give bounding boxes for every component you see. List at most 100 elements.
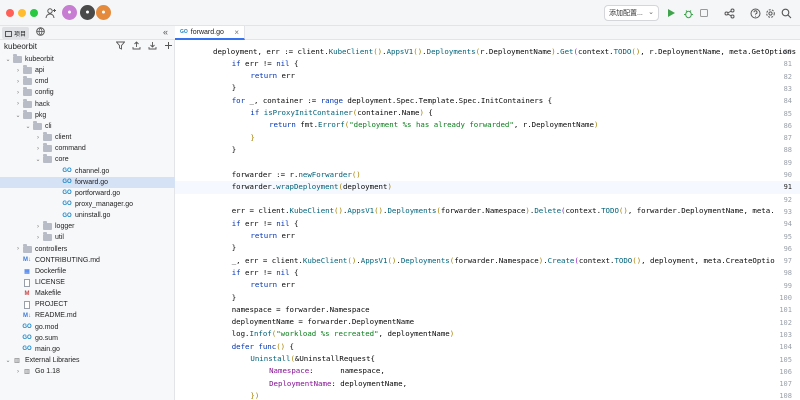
tree-item[interactable]: GO uninstall.go: [0, 210, 175, 221]
chevron-down-icon[interactable]: ⌄: [34, 156, 42, 163]
chevron-down-icon[interactable]: ⌄: [14, 112, 22, 119]
debug-icon[interactable]: [681, 6, 695, 20]
folder-icon: [22, 65, 32, 75]
code-line[interactable]: forwarder := r.newForwarder(): [232, 169, 361, 181]
upload-icon[interactable]: [132, 41, 141, 52]
code-line[interactable]: }: [232, 242, 236, 254]
code-line[interactable]: return err: [250, 230, 295, 242]
close-window-button[interactable]: [6, 9, 14, 17]
code-token: }: [231, 144, 237, 154]
chevron-down-icon[interactable]: ⌄: [4, 357, 12, 364]
chevron-right-icon[interactable]: ›: [14, 101, 22, 107]
add-user-icon[interactable]: [44, 6, 58, 20]
line-number: 103: [779, 330, 792, 339]
tree-item[interactable]: GO channel.go: [0, 166, 175, 177]
run-icon[interactable]: [664, 6, 678, 20]
project-view-tab[interactable]: 项目: [2, 27, 30, 39]
run-configuration-dropdown[interactable]: 添加配置... ⌄: [604, 5, 659, 21]
tree-item[interactable]: › util: [0, 232, 175, 243]
add-icon[interactable]: [164, 41, 173, 52]
chevron-down-icon[interactable]: ⌄: [4, 56, 12, 63]
tree-item[interactable]: ⌄ core: [0, 154, 175, 165]
code-line[interactable]: DeploymentName: deploymentName,: [269, 378, 407, 390]
code-line[interactable]: }: [232, 144, 236, 156]
chevron-right-icon[interactable]: ›: [14, 246, 22, 252]
search-icon[interactable]: [779, 6, 793, 20]
code-line[interactable]: defer func() {: [232, 341, 294, 353]
tree-item[interactable]: GO proxy_manager.go: [0, 199, 175, 210]
code-line[interactable]: Namespace: namespace,: [269, 365, 385, 377]
chevron-right-icon[interactable]: ›: [14, 369, 22, 375]
tree-item[interactable]: ⌄ cli: [0, 120, 175, 132]
zoom-window-button[interactable]: [30, 9, 38, 17]
code-line[interactable]: for _, container := range deployment.Spe…: [232, 95, 552, 107]
close-tab-icon[interactable]: ×: [234, 28, 239, 37]
code-line[interactable]: if err != nil {: [232, 267, 299, 279]
code-line[interactable]: _, err = client.KubeClient().AppsV1().De…: [232, 255, 775, 267]
tree-item[interactable]: › ▥ Go 1.18: [0, 366, 175, 377]
tree-item[interactable]: GO forward.go: [0, 176, 175, 188]
chevron-down-icon[interactable]: ⌄: [24, 123, 32, 130]
code-line[interactable]: }: [232, 292, 236, 304]
help-icon[interactable]: [748, 6, 762, 20]
code-line[interactable]: namespace = forwarder.Namespace: [232, 304, 370, 316]
tree-item[interactable]: PROJECT: [0, 299, 175, 310]
code-line[interactable]: if err != nil {: [232, 58, 299, 70]
tree-item[interactable]: ⌄ ▥ External Libraries: [0, 355, 175, 366]
tree-item[interactable]: › controllers: [0, 243, 175, 255]
tree-item[interactable]: GO portforward.go: [0, 188, 175, 199]
chevron-right-icon[interactable]: ›: [34, 135, 42, 141]
chevron-right-icon[interactable]: ›: [14, 90, 22, 96]
tree-item[interactable]: GO go.sum: [0, 333, 175, 344]
code-line[interactable]: err = client.KubeClient().AppsV1().Deplo…: [232, 205, 775, 217]
avatar[interactable]: ●: [96, 5, 111, 20]
tree-item[interactable]: M↓ README.md: [0, 310, 175, 321]
web-icon[interactable]: [36, 27, 45, 38]
tree-item[interactable]: › logger: [0, 221, 175, 232]
code-line[interactable]: }): [250, 390, 259, 400]
code-line[interactable]: return err: [250, 279, 295, 291]
code-line[interactable]: forwarder.wrapDeployment(deployment): [232, 181, 392, 193]
code-line[interactable]: if err != nil {: [232, 218, 299, 230]
chevron-right-icon[interactable]: ›: [14, 68, 22, 74]
code-line[interactable]: }: [232, 82, 236, 94]
code-line[interactable]: deployment, err := client.KubeClient().A…: [213, 46, 796, 58]
tree-item[interactable]: M Makefile: [0, 288, 175, 299]
tree-item[interactable]: ⌄ kubeorbit: [0, 54, 175, 65]
tree-item[interactable]: › client: [0, 132, 175, 143]
download-icon[interactable]: [148, 41, 157, 52]
minimize-window-button[interactable]: [18, 9, 26, 17]
tree-item[interactable]: › api: [0, 65, 175, 76]
stop-icon[interactable]: [697, 6, 711, 20]
code-line[interactable]: if isProxyInitContainer(container.Name) …: [250, 107, 432, 119]
settings-gear-icon[interactable]: [763, 6, 777, 20]
code-line[interactable]: return fmt.Errorf("deployment %s has alr…: [269, 119, 598, 131]
tree-item[interactable]: ⌄ pkg: [0, 109, 175, 121]
share-icon[interactable]: [722, 6, 736, 20]
chevron-right-icon[interactable]: ›: [34, 224, 42, 230]
avatar[interactable]: ●: [80, 5, 95, 20]
tree-item[interactable]: LICENSE: [0, 277, 175, 288]
chevron-right-icon[interactable]: ›: [34, 235, 42, 241]
code-line[interactable]: Uninstall(&UninstallRequest{: [250, 353, 375, 365]
chevron-right-icon[interactable]: ›: [34, 146, 42, 152]
code-line[interactable]: log.Infof("workload %s recreated", deplo…: [232, 328, 455, 340]
tree-item[interactable]: › cmd: [0, 76, 175, 87]
filter-icon[interactable]: [115, 41, 126, 52]
tree-item[interactable]: › config: [0, 87, 175, 98]
tree-item[interactable]: GO main.go: [0, 344, 175, 355]
tree-item[interactable]: › hack: [0, 98, 175, 110]
avatar[interactable]: ●: [62, 5, 77, 20]
chevron-right-icon[interactable]: ›: [14, 79, 22, 85]
tree-item[interactable]: ▦ Dockerfile: [0, 266, 175, 277]
tree-item[interactable]: M↓ CONTRIBUTING.md: [0, 255, 175, 266]
code-editor[interactable]: 80 deployment, err := client.KubeClient()…: [175, 40, 800, 400]
code-line[interactable]: return err: [250, 70, 295, 82]
line-number: 106: [779, 367, 792, 376]
tab-forward-go[interactable]: GO forward.go ×: [175, 26, 245, 40]
tree-item[interactable]: GO go.mod: [0, 322, 175, 333]
code-line[interactable]: deploymentName = forwarder.DeploymentNam…: [232, 316, 414, 328]
tree-item[interactable]: › command: [0, 143, 175, 154]
collapse-panel-icon[interactable]: «: [163, 27, 168, 37]
code-line[interactable]: }: [250, 132, 254, 144]
